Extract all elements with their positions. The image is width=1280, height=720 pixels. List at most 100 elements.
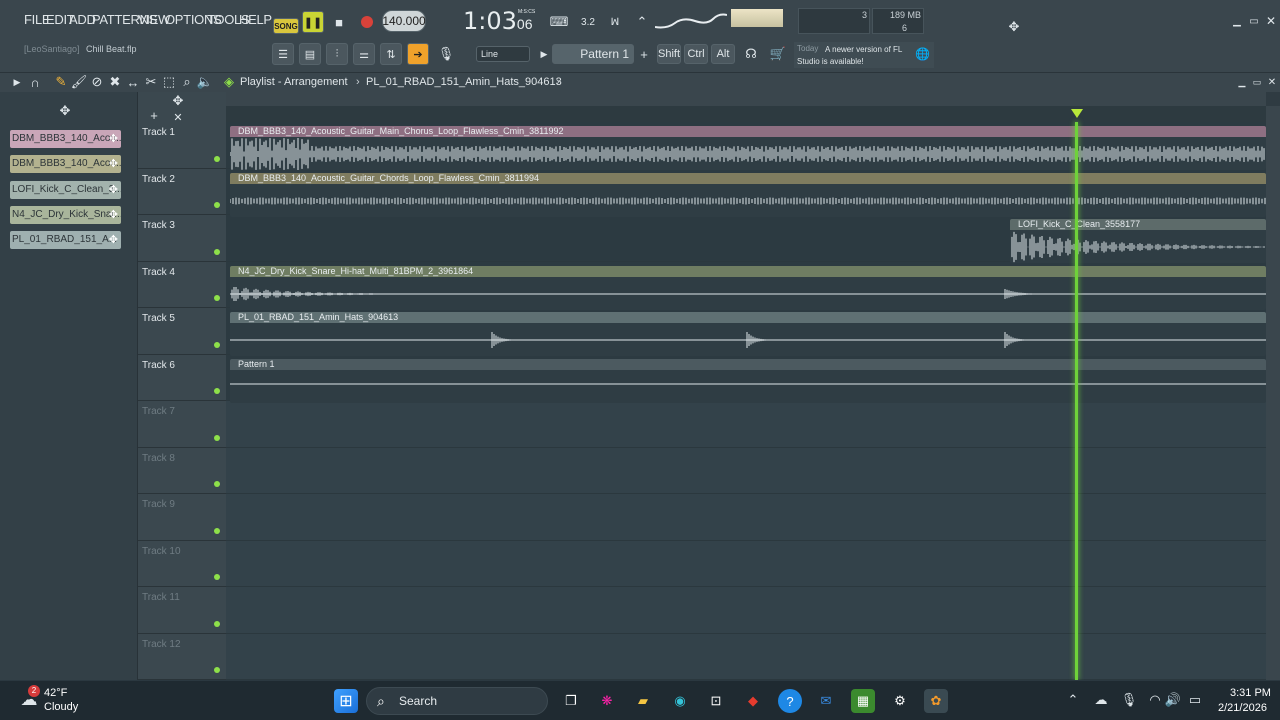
typing-keyboard-icon[interactable]: ⌨ [548, 12, 570, 32]
track-header[interactable]: Track 1 [138, 122, 226, 169]
track-header[interactable]: Track 2 [138, 169, 226, 215]
track-mute-led[interactable] [214, 667, 220, 673]
pattern-prev-icon[interactable]: ▶ [539, 46, 549, 62]
cart-icon[interactable]: 🛒 [767, 44, 789, 64]
track-lane[interactable] [226, 540, 1266, 587]
brush-icon[interactable]: 🖌 [71, 74, 88, 89]
track-lane[interactable] [226, 587, 1266, 634]
menu-arrow-icon[interactable]: ▶ [10, 75, 24, 89]
maximize-icon[interactable]: ▭ [1247, 14, 1261, 28]
tray-mic-icon[interactable]: 🎙 [1121, 692, 1138, 707]
close-icon[interactable]: ✕ [1264, 14, 1278, 28]
slice-tool-icon[interactable]: ✂ [144, 74, 158, 89]
track-mute-led[interactable] [214, 388, 220, 394]
track-mute-led[interactable] [214, 155, 220, 162]
news-panel[interactable]: Today A newer version of FL Studio is av… [794, 42, 934, 68]
track-header[interactable]: Track 10 [138, 541, 226, 587]
menu-help[interactable]: HELP [239, 12, 272, 27]
mute-tool-icon[interactable]: ✖ [108, 74, 122, 89]
timeline-ruler[interactable] [226, 106, 1266, 122]
pattern-selector[interactable]: Pattern 1 [552, 44, 634, 64]
snap-select[interactable]: Line [476, 46, 530, 62]
channel-rack-button[interactable]: ⫶ [326, 43, 348, 65]
wifi-icon[interactable]: ◠ [1148, 692, 1162, 707]
pause-button[interactable]: ❚❚ [302, 11, 324, 33]
minecraft-icon[interactable]: ▦ [851, 689, 875, 713]
audio-clip[interactable]: DBM_BBB3_140_Acoustic_Guitar_Chords_Loop… [230, 172, 1266, 217]
piano-roll-button[interactable]: ▤ [299, 43, 321, 65]
track-mute-led[interactable] [214, 527, 220, 534]
audio-clip[interactable]: Pattern 1 [230, 358, 1266, 403]
audio-clip[interactable]: LOFI_Kick_C_Clean_3558177 [1010, 219, 1266, 263]
track-header[interactable]: Track 3 [138, 215, 226, 262]
edge-icon[interactable]: ◉ [668, 689, 692, 713]
metronome-icon[interactable]: ⌃ [631, 12, 653, 32]
magnet-icon[interactable]: ∩ [28, 75, 42, 90]
copilot-icon[interactable]: ❋ [595, 689, 619, 713]
headset-icon[interactable]: ☊ [740, 44, 762, 64]
picker-item[interactable]: DBM_BBB3_140_Acou... ✥ [10, 155, 121, 174]
vertical-scrollbar[interactable] [1266, 106, 1280, 680]
track-lane[interactable] [226, 494, 1266, 541]
arrow-right-button[interactable]: ➔ [407, 43, 429, 65]
delete-tool-icon[interactable]: ⊘ [90, 74, 104, 89]
search-box[interactable]: ⌕ Search [366, 687, 548, 715]
plugin-picker-button[interactable]: ⇅ [380, 43, 402, 65]
track-lane[interactable] [226, 447, 1266, 494]
playlist-close-icon[interactable]: ✕ [1266, 75, 1278, 89]
speaker-icon[interactable]: 🔈 [197, 74, 213, 89]
step-edit-icon[interactable]: 3.2 [577, 12, 599, 32]
start-icon[interactable]: ⊞ [334, 689, 358, 713]
key-alt-button[interactable]: Alt [711, 44, 735, 64]
app-red-icon[interactable]: ◆ [741, 689, 765, 713]
track-mute-led[interactable] [214, 434, 220, 441]
steam-icon[interactable]: ⚙ [888, 689, 912, 713]
tray-chevron-icon[interactable]: ⌃ [1066, 692, 1080, 707]
playlist-max-icon[interactable]: ▭ [1251, 75, 1263, 89]
picker-item[interactable]: LOFI_Kick_C_Clean_3... ✥ [10, 180, 121, 199]
key-shift-button[interactable]: Shift [657, 44, 681, 64]
add-track-icon[interactable]: + [148, 108, 160, 123]
battery-icon[interactable]: ▭ [1186, 692, 1204, 707]
track-header[interactable]: Track 12 [138, 634, 226, 680]
audio-clip[interactable]: PL_01_RBAD_151_Amin_Hats_904613 [230, 312, 1266, 356]
track-header[interactable]: Track 8 [138, 448, 226, 494]
timeline-scrollbar[interactable] [226, 92, 1266, 106]
mixer-button[interactable]: ⚌ [353, 43, 375, 65]
playhead-marker-icon[interactable] [1071, 109, 1083, 118]
track-header[interactable]: Track 11 [138, 587, 226, 634]
playlist-button[interactable]: ☰ [272, 43, 294, 65]
minimize-icon[interactable]: ▁ [1230, 14, 1244, 28]
playlist-grid[interactable]: DBM_BBB3_140_Acoustic_Guitar_Main_Chorus… [226, 122, 1266, 680]
track-mute-led[interactable] [214, 341, 220, 348]
song-mode-button[interactable]: SONG [273, 18, 299, 34]
track-mute-led[interactable] [214, 202, 220, 208]
track-lane[interactable] [226, 633, 1266, 680]
audio-clip[interactable]: DBM_BBB3_140_Acoustic_Guitar_Main_Chorus… [230, 126, 1266, 170]
store-icon[interactable]: ⊡ [704, 689, 728, 713]
record-button[interactable] [357, 12, 377, 32]
playlist-min-icon[interactable]: ▁ [1236, 75, 1248, 89]
tempo-display[interactable]: 140.000 [382, 10, 426, 32]
track-mute-led[interactable] [214, 481, 220, 487]
track-header[interactable]: Track 9 [138, 494, 226, 541]
track-mute-led[interactable] [214, 295, 220, 301]
track-mute-led[interactable] [214, 620, 220, 627]
mail-icon[interactable]: ✉ [814, 689, 838, 713]
stop-button[interactable]: ■ [330, 12, 348, 32]
pencil-icon[interactable]: ✎ [54, 74, 68, 89]
track-header[interactable]: Track 5 [138, 308, 226, 355]
clock-time[interactable]: 3:31 PM [1230, 687, 1271, 699]
track-mute-led[interactable] [214, 574, 220, 580]
add-pattern-icon[interactable]: + [637, 45, 651, 63]
slip-tool-icon[interactable]: ↔ [126, 75, 140, 90]
help-icon[interactable]: ? [778, 689, 802, 713]
tray-cloud-icon[interactable]: ☁ [1094, 692, 1108, 707]
file-explorer-icon[interactable]: ▰ [631, 689, 655, 713]
fl-studio-icon[interactable]: ✿ [924, 689, 948, 713]
track-header[interactable]: Track 6 [138, 355, 226, 401]
picker-item[interactable]: PL_01_RBAD_151_A... ✥ [10, 231, 121, 250]
zoom-tool-icon[interactable]: ⌕ [180, 74, 194, 89]
zoom-arrows-icon[interactable]: ✥ [170, 93, 186, 108]
microphone-icon[interactable]: 🎙 [437, 45, 455, 63]
